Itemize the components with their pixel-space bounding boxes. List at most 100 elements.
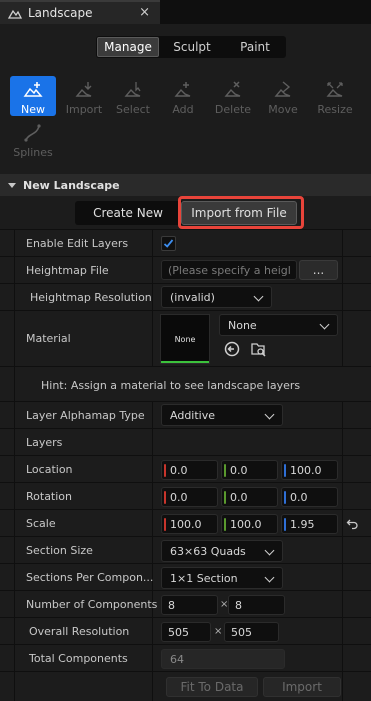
heightmap-resolution-dropdown[interactable]: (invalid) (161, 286, 272, 308)
components-y-input[interactable]: 8 (228, 595, 285, 615)
fit-to-data-button[interactable]: Fit To Data (166, 677, 258, 697)
close-icon[interactable]: × (139, 5, 150, 20)
use-selected-asset-icon[interactable] (224, 341, 240, 357)
tool-resize-button[interactable]: Resize (312, 76, 358, 116)
section-size-value: 63×63 Quads (170, 544, 246, 558)
tool-label: Import (65, 103, 103, 116)
landscape-tab[interactable]: Landscape × (0, 0, 160, 24)
total-components-value: 64 (161, 649, 285, 669)
import-icon (74, 80, 94, 100)
tool-add-button[interactable]: Add (160, 76, 206, 116)
chevron-down-icon (264, 409, 275, 420)
scale-label: Scale (26, 516, 56, 530)
tool-label: Delete (214, 103, 252, 116)
mode-manage[interactable]: Manage (97, 37, 159, 57)
move-icon (273, 80, 293, 100)
layer-alphamap-type-value: Additive (170, 408, 215, 422)
landscape-panel: Manage Sculpt Paint New Import Select Ad… (0, 24, 371, 701)
location-z-input[interactable]: 100.0 (281, 460, 338, 480)
tool-label: Splines (13, 146, 53, 159)
row-enable-edit-layers: Enable Edit Layers (0, 229, 371, 256)
overall-resolution-y: 505 (224, 622, 279, 642)
tool-import-button[interactable]: Import (61, 76, 107, 116)
tool-label: Add (172, 103, 194, 116)
tool-select-button[interactable]: Select (110, 76, 156, 116)
material-dropdown[interactable]: None (219, 314, 338, 336)
heightmap-resolution-label: Heightmap Resolution (30, 290, 152, 304)
tool-new-button[interactable]: New (10, 76, 56, 116)
browse-heightmap-button[interactable]: ... (299, 260, 338, 280)
row-actions: Fit To Data Import (0, 671, 371, 701)
row-sections-per-component: Sections Per Compon... 1×1 Section (0, 563, 371, 590)
row-rotation: Rotation 0.0 0.0 0.0 (0, 482, 371, 509)
rotation-x-input[interactable]: 0.0 (161, 487, 218, 507)
mode-switcher: Manage Sculpt Paint (96, 36, 286, 58)
layers-label: Layers (26, 435, 63, 449)
row-layers: Layers (0, 428, 371, 455)
layer-alphamap-type-dropdown[interactable]: Additive (161, 404, 283, 426)
row-number-of-components: Number of Components 8 × 8 (0, 590, 371, 617)
material-value: None (228, 318, 257, 332)
chevron-down-icon (319, 319, 330, 330)
add-icon (173, 80, 193, 100)
collapse-arrow-icon[interactable] (8, 182, 16, 188)
number-of-components-label: Number of Components (26, 597, 158, 611)
sections-per-component-dropdown[interactable]: 1×1 Section (161, 567, 283, 589)
location-y-input[interactable]: 0.0 (221, 460, 278, 480)
row-layer-alphamap-type: Layer Alphamap Type Additive (0, 401, 371, 428)
row-overall-resolution: Overall Resolution 505 × 505 (0, 617, 371, 644)
tool-move-button[interactable]: Move (260, 76, 306, 116)
sections-per-component-value: 1×1 Section (170, 571, 238, 585)
row-heightmap-file: Heightmap File (Please specify a heigl .… (0, 256, 371, 283)
scale-x-input[interactable]: 100.0 (161, 514, 218, 534)
enable-edit-layers-checkbox[interactable] (161, 236, 176, 251)
checkmark-icon (163, 239, 174, 248)
splines-icon (23, 123, 43, 143)
mode-paint[interactable]: Paint (225, 37, 285, 57)
location-label: Location (26, 462, 73, 476)
tool-splines-button[interactable]: Splines (10, 119, 56, 159)
material-thumbnail[interactable]: None (160, 314, 210, 364)
new-landscape-section-header[interactable]: New Landscape (0, 174, 371, 196)
location-x-input[interactable]: 0.0 (161, 460, 218, 480)
rotation-y-input[interactable]: 0.0 (221, 487, 278, 507)
browse-asset-icon[interactable] (250, 341, 267, 358)
highlight-box (178, 196, 304, 229)
title-bar: Landscape × (0, 0, 371, 24)
row-material: Material None None (0, 310, 371, 366)
rotation-label: Rotation (26, 489, 73, 503)
heightmap-file-input[interactable]: (Please specify a heigl (161, 260, 297, 280)
material-label: Material (26, 332, 71, 345)
row-total-components: Total Components 64 (0, 644, 371, 671)
total-components-label: Total Components (29, 651, 128, 665)
tool-label: Move (268, 103, 298, 116)
import-button[interactable]: Import (263, 677, 341, 697)
scale-z-input[interactable]: 1.95 (281, 514, 338, 534)
select-icon (123, 80, 143, 100)
section-size-label: Section Size (26, 543, 93, 557)
layer-alphamap-type-label: Layer Alphamap Type (26, 408, 145, 422)
components-x-input[interactable]: 8 (161, 595, 218, 615)
tool-delete-button[interactable]: Delete (210, 76, 256, 116)
tool-label: New (21, 103, 45, 116)
sections-per-component-label: Sections Per Compon... (26, 570, 154, 584)
row-section-size: Section Size 63×63 Quads (0, 536, 371, 563)
chevron-down-icon (264, 572, 275, 583)
heightmap-resolution-value: (invalid) (170, 290, 215, 304)
rotation-z-input[interactable]: 0.0 (281, 487, 338, 507)
overall-resolution-x: 505 (161, 622, 211, 642)
row-scale: Scale 100.0 100.0 1.95 (0, 509, 371, 536)
mode-sculpt[interactable]: Sculpt (159, 37, 225, 57)
tool-label: Resize (317, 103, 353, 116)
tool-label: Select (116, 103, 150, 116)
material-thumbnail-label: None (174, 334, 196, 344)
delete-icon (223, 80, 243, 100)
create-new-tab[interactable]: Create New (75, 201, 181, 225)
section-size-dropdown[interactable]: 63×63 Quads (161, 540, 283, 562)
reset-to-default-icon[interactable] (346, 517, 359, 530)
enable-edit-layers-label: Enable Edit Layers (26, 236, 129, 250)
material-type-bar (161, 361, 209, 363)
scale-y-input[interactable]: 100.0 (221, 514, 278, 534)
row-heightmap-resolution: Heightmap Resolution (invalid) (0, 283, 371, 310)
row-location: Location 0.0 0.0 100.0 (0, 455, 371, 482)
